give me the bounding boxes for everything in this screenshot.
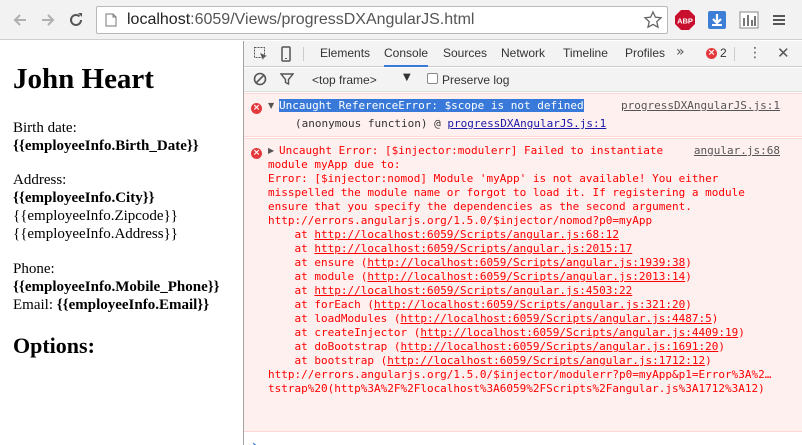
tab-sources[interactable]: Sources — [443, 41, 487, 67]
stack-line: at http://localhost:6059/Scripts/angular… — [268, 242, 633, 255]
birth-date-label: Birth date: — [13, 120, 77, 136]
devtools-panel: Elements Console Sources Network Timelin… — [244, 41, 802, 445]
preserve-log-label[interactable]: Preserve log — [442, 73, 509, 87]
back-button[interactable] — [8, 8, 32, 32]
birth-date-value: {{employeeInfo.Birth_Date}} — [13, 138, 199, 154]
error-url: http://errors.angularjs.org/1.5.0/$injec… — [268, 368, 772, 381]
download-icon — [708, 11, 726, 29]
stack-link[interactable]: http://localhost:6059/Scripts/angular.js… — [420, 326, 738, 339]
filter-funnel-icon[interactable] — [279, 72, 295, 89]
options-heading: Options: — [13, 333, 95, 358]
expand-triangle-icon[interactable]: ▼ — [268, 101, 274, 110]
error-source-link[interactable]: angular.js:68 — [694, 144, 780, 158]
tab-timeline[interactable]: Timeline — [563, 41, 608, 67]
error-icon: × — [251, 103, 262, 114]
error-icon: × — [706, 47, 717, 59]
error-count-badge[interactable]: × 2 — [706, 46, 727, 60]
frame-select-caret-icon[interactable]: ▼ — [403, 72, 411, 83]
browser-toolbar: localhost:6059/Views/progressDXAngularJS… — [0, 0, 802, 40]
tab-console[interactable]: Console — [384, 41, 429, 67]
stack-line: at module (http://localhost:6059/Scripts… — [268, 270, 692, 283]
error-source-link[interactable]: progressDXAngularJS.js:1 — [621, 99, 780, 113]
svg-text:ABP: ABP — [677, 17, 693, 26]
devtools-menu-icon[interactable]: ⋮ — [748, 45, 762, 61]
stack-line: at http://localhost:6059/Scripts/angular… — [268, 228, 619, 241]
page-content: John Heart Birth date: {{employeeInfo.Bi… — [0, 41, 243, 445]
reload-button[interactable] — [64, 8, 88, 32]
more-tabs-chevron-icon[interactable]: » — [676, 44, 685, 60]
url-text: localhost:6059/Views/progressDXAngularJS… — [127, 11, 475, 28]
stack-line: at createInjector (http://localhost:6059… — [268, 326, 745, 339]
stack-line: at ensure (http://localhost:6059/Scripts… — [268, 256, 692, 269]
error-text: module myApp due to: — [268, 158, 401, 171]
error-count: 2 — [720, 46, 727, 60]
email-row: Email: {{employeeInfo.Email}} — [13, 296, 209, 314]
adblock-icon: ABP — [675, 10, 695, 30]
chrome-menu-button[interactable] — [767, 8, 791, 32]
forward-arrow-icon — [42, 14, 55, 26]
stack-link[interactable]: http://localhost:6059/Scripts/angular.js… — [400, 312, 711, 325]
stack-link[interactable]: http://localhost:6059/Scripts/angular.js… — [400, 340, 718, 353]
tab-profiles[interactable]: Profiles — [625, 41, 665, 67]
error-icon: × — [251, 148, 262, 159]
stack-link[interactable]: http://localhost:6059/Scripts/angular.js… — [314, 228, 619, 241]
address-bar[interactable]: localhost:6059/Views/progressDXAngularJS… — [96, 6, 668, 34]
clear-console-icon[interactable] — [253, 72, 267, 89]
error-text: Error: [$injector:nomod] Module 'myApp' … — [268, 172, 719, 185]
stack-line: at doBootstrap (http://localhost:6059/Sc… — [268, 340, 725, 353]
phone-value: {{employeeInfo.Mobile_Phone}} — [13, 279, 220, 295]
back-arrow-icon — [13, 14, 26, 26]
inspect-element-icon[interactable] — [253, 46, 269, 62]
employee-name: John Heart — [13, 63, 154, 95]
stack-link[interactable]: http://localhost:6059/Scripts/angular.js… — [387, 354, 705, 367]
console-filter-bar: <top frame> ▼ Preserve log — [244, 68, 802, 92]
devtools-tabbar: Elements Console Sources Network Timelin… — [244, 41, 802, 67]
console-error-message: × ▶ Uncaught Error: [$injector:modulerr]… — [244, 138, 802, 432]
error-url: http://errors.angularjs.org/1.5.0/$injec… — [268, 214, 653, 227]
error-text[interactable]: Uncaught ReferenceError: $scope is not d… — [279, 99, 584, 113]
city-value: {{employeeInfo.City}} — [13, 190, 155, 206]
expand-triangle-icon[interactable]: ▶ — [268, 146, 274, 155]
tab-network[interactable]: Network — [501, 41, 545, 67]
device-mode-icon[interactable] — [278, 46, 294, 62]
address-label: Address: — [13, 172, 67, 188]
forward-button[interactable] — [36, 8, 60, 32]
console-output: × ▼ Uncaught ReferenceError: $scope is n… — [244, 93, 802, 445]
bar-chart-icon — [739, 11, 759, 29]
stack-link[interactable]: http://localhost:6059/Scripts/angular.js… — [374, 298, 685, 311]
phone-label: Phone: — [13, 261, 55, 277]
email-label: Email: — [13, 297, 53, 313]
adblock-extension[interactable]: ABP — [673, 8, 697, 32]
bookmark-star-icon[interactable] — [643, 10, 663, 33]
stack-link[interactable]: http://localhost:6059/Scripts/angular.js… — [367, 270, 685, 283]
tab-elements[interactable]: Elements — [320, 41, 370, 67]
console-error-message: × ▼ Uncaught ReferenceError: $scope is n… — [244, 93, 802, 137]
error-text[interactable]: Uncaught Error: [$injector:modulerr] Fai… — [279, 144, 663, 158]
stack-link[interactable]: http://localhost:6059/Scripts/angular.js… — [314, 284, 632, 297]
page-icon — [105, 13, 117, 30]
preserve-log-checkbox[interactable] — [427, 73, 438, 84]
error-url: tstrap%20(http%3A%2F%2Flocalhost%3A6059%… — [268, 382, 765, 395]
stack-line: at bootstrap (http://localhost:6059/Scri… — [268, 354, 712, 367]
stack-link[interactable]: http://localhost:6059/Scripts/angular.js… — [367, 256, 685, 269]
hamburger-menu-icon — [773, 15, 785, 25]
stack-line: at forEach (http://localhost:6059/Script… — [268, 298, 692, 311]
zipcode-value: {{employeeInfo.Zipcode}} — [13, 208, 178, 224]
stats-extension[interactable] — [737, 8, 761, 32]
stack-line: (anonymous function) @ progressDXAngular… — [295, 117, 607, 130]
frame-select[interactable]: <top frame> — [312, 73, 377, 87]
stack-line: at loadModules (http://localhost:6059/Sc… — [268, 312, 719, 325]
close-devtools-icon[interactable]: ✕ — [777, 44, 790, 62]
console-prompt[interactable]: › — [252, 438, 257, 445]
address-value: {{employeeInfo.Address}} — [13, 226, 179, 242]
email-value: {{employeeInfo.Email}} — [56, 297, 210, 313]
error-text: ensure that you specify the dependencies… — [268, 200, 692, 213]
stack-link[interactable]: http://localhost:6059/Scripts/angular.js… — [314, 242, 632, 255]
download-extension[interactable] — [705, 8, 729, 32]
stack-link[interactable]: progressDXAngularJS.js:1 — [447, 117, 606, 130]
reload-icon — [70, 13, 82, 26]
error-text: misspelled the module name or forgot to … — [268, 186, 745, 199]
stack-line: at http://localhost:6059/Scripts/angular… — [268, 284, 633, 297]
